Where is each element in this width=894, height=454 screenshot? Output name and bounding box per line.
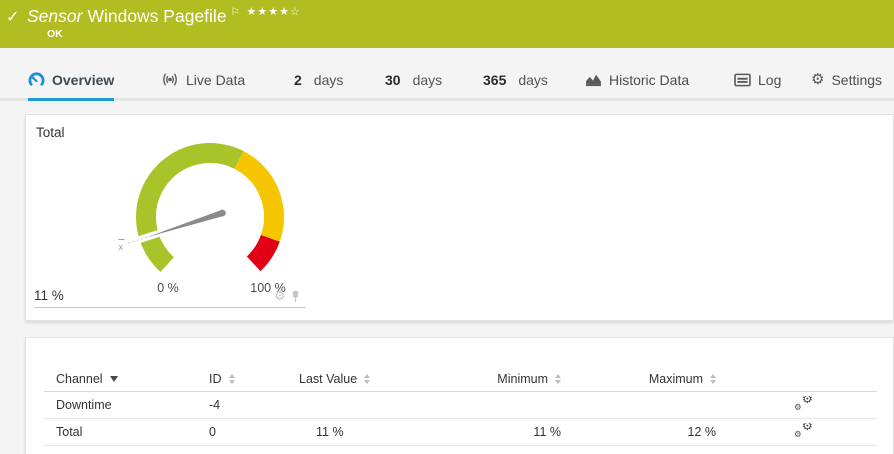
tab-historic-data-label: Historic Data [609, 72, 689, 88]
tab-365-days[interactable]: 365 days [483, 58, 548, 101]
tab-settings-label: Settings [831, 72, 882, 88]
sensor-name: Windows Pagefile [87, 6, 226, 26]
gauge-panel: Total x 0 % 100 % 11 % ⚙ [25, 114, 894, 321]
stars-filled[interactable]: ★★★★ [247, 5, 290, 18]
status-badge: OK [47, 28, 63, 40]
gauge-toolbar: ⚙ [274, 290, 301, 303]
tab-overview-label: Overview [52, 72, 114, 88]
table-row-total: Total 0 11 % 11 % 12 % ⚙ ⚙ [44, 419, 877, 446]
gauge-settings-gear-icon[interactable]: ⚙ [274, 290, 286, 303]
tab-historic-data[interactable]: Historic Data [585, 58, 689, 101]
gauge-scale-min-label: 0 % [144, 281, 192, 295]
column-header-maximum-label: Maximum [649, 372, 703, 386]
channel-settings-gears-icon[interactable]: ⚙ ⚙ [794, 423, 813, 439]
gauge-footer-divider [34, 307, 306, 308]
tab-365-days-unit: days [518, 72, 548, 88]
gear-big: ⚙ [802, 423, 813, 433]
tab-overview[interactable]: Overview [28, 58, 114, 101]
broadcast-icon [161, 73, 179, 86]
settings-gear-icon: ⚙ [811, 72, 824, 87]
column-header-id[interactable]: ID [209, 372, 235, 386]
gauge-current-value: 11 % [34, 288, 64, 303]
sensor-kind-label: Sensor [27, 6, 82, 26]
table-header-row: Channel ID Last Value Minimum [44, 366, 877, 392]
channel-table-panel: Channel ID Last Value Minimum [25, 337, 894, 454]
tab-365-days-number: 365 [483, 72, 506, 88]
gauge-pin-icon[interactable] [290, 290, 301, 303]
column-header-channel[interactable]: Channel [56, 372, 118, 386]
column-header-minimum-label: Minimum [497, 372, 548, 386]
column-header-minimum[interactable]: Minimum [409, 372, 561, 386]
column-header-id-label: ID [209, 372, 222, 386]
sort-updown-icon [364, 374, 370, 384]
gear-big: ⚙ [802, 396, 813, 406]
channel-settings-gears-icon[interactable]: ⚙ ⚙ [794, 396, 813, 412]
sort-updown-icon [710, 374, 716, 384]
cell-id: 0 [209, 425, 299, 439]
cell-last-value: 11 % [299, 425, 409, 439]
tab-2-days[interactable]: 2 days [294, 58, 343, 101]
sort-desc-icon [110, 376, 118, 382]
status-ok-check-icon: ✓ [6, 7, 19, 26]
sort-updown-icon [229, 374, 235, 384]
cell-minimum: 11 % [409, 425, 561, 439]
tab-bar: Overview Live Data 2 days 30 days 365 da… [0, 58, 894, 101]
log-list-icon [734, 73, 751, 87]
star-empty[interactable]: ☆ [290, 5, 301, 18]
tab-settings[interactable]: ⚙ Settings [811, 58, 882, 101]
cell-maximum: 12 % [561, 425, 716, 439]
tab-30-days-unit: days [413, 72, 443, 88]
sensor-status-bar: ✓ SensorWindows Pagefile ⚐ ★★★★☆ OK [0, 0, 894, 48]
total-gauge-chart: x [26, 127, 316, 279]
priority-flag-icon[interactable]: ⚐ [231, 7, 240, 18]
channel-table: Channel ID Last Value Minimum [44, 366, 877, 446]
tab-log[interactable]: Log [734, 58, 781, 101]
gear-small: ⚙ [794, 404, 802, 413]
svg-text:x: x [119, 242, 124, 252]
cell-id: -4 [209, 398, 299, 412]
tab-30-days[interactable]: 30 days [385, 58, 442, 101]
cell-channel: Downtime [44, 398, 209, 412]
column-header-channel-label: Channel [56, 372, 103, 386]
priority-stars[interactable]: ★★★★☆ [247, 5, 301, 18]
tab-log-label: Log [758, 72, 781, 88]
sensor-title: SensorWindows Pagefile ⚐ ★★★★☆ [27, 6, 301, 27]
column-header-last-value[interactable]: Last Value [299, 372, 370, 386]
tab-2-days-unit: days [314, 72, 344, 88]
tab-live-data[interactable]: Live Data [161, 58, 245, 101]
cell-channel: Total [44, 425, 209, 439]
column-header-last-value-label: Last Value [299, 372, 357, 386]
column-header-maximum[interactable]: Maximum [561, 372, 716, 386]
tab-live-data-label: Live Data [186, 72, 245, 88]
gauge-icon [28, 71, 45, 88]
tab-30-days-number: 30 [385, 72, 401, 88]
gear-small: ⚙ [794, 431, 802, 440]
table-row-downtime: Downtime -4 ⚙ ⚙ [44, 392, 877, 419]
area-chart-icon [585, 72, 602, 87]
tab-2-days-number: 2 [294, 72, 302, 88]
